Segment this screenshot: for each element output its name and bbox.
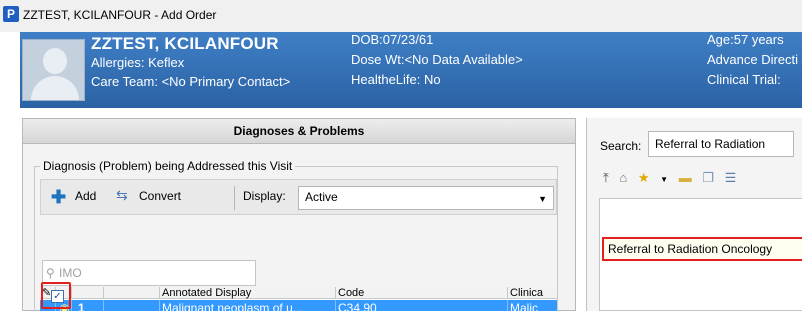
grid-header: ✎ Annotated Display Code Clinica [40,287,557,299]
allergies-text[interactable]: Allergies: Keflex [91,55,184,70]
list-icon[interactable]: ☰ [725,170,737,185]
row-checkbox[interactable]: ✓ [51,290,64,303]
row-annotated-display[interactable]: Malignant neoplasm of u... [160,300,336,311]
order-search-panel: Search: Referral to Radiation ⤒ ⌂ ★ ▼ ▬ … [586,118,802,311]
diagnosis-toolbar: ✚ Add ⇆ Convert Display: Active ▼ [40,179,557,215]
display-label: Display: [243,189,286,203]
star-icon[interactable]: ★ [638,170,650,185]
search-label: Search: [600,139,642,153]
folder-icon[interactable]: ▬ [679,170,692,185]
column-header-clinical[interactable]: Clinica [508,287,557,299]
row-clinical-link[interactable]: Malic [508,300,557,311]
row-code: C34.90 [336,300,508,311]
checkbox-highlight: ✓ [41,282,71,309]
search-icon: ⚲ [46,266,55,280]
window-title: ZZTEST, KCILANFOUR - Add Order [23,8,217,22]
avatar-body [31,76,79,100]
window-titlebar: P ZZTEST, KCILANFOUR - Add Order [0,0,802,32]
diagnoses-panel-header: Diagnoses & Problems [23,119,575,144]
powerchart-app-icon: P [3,6,19,22]
folder-toolbar: ⤒ ⌂ ★ ▼ ▬ ❐ ☰ [603,170,743,186]
chevron-down-icon[interactable]: ▼ [660,175,668,184]
advance-directive-text[interactable]: Advance Directi [707,52,798,67]
diagnosis-group-label: Diagnosis (Problem) being Addressed this… [40,159,296,173]
up-folder-icon[interactable]: ⤒ [603,170,609,185]
dob-text: DOB:07/23/61 [351,32,434,47]
table-row[interactable]: ◉ 1 Malignant neoplasm of u... C34.90 Ma… [40,300,557,311]
avatar-head [43,48,67,74]
order-search-input[interactable]: Referral to Radiation [648,131,794,157]
display-select-value: Active [305,190,338,204]
display-select[interactable]: Active ▼ [298,186,554,210]
row-number: 1 [72,300,104,311]
dose-weight-text: Dose Wt:<No Data Available> [351,52,523,67]
add-icon[interactable]: ✚ [51,188,66,206]
toolbar-separator [234,186,235,210]
patient-avatar [22,39,85,101]
clinical-trial-text: Clinical Trial: [707,72,781,87]
patient-name[interactable]: ZZTEST, KCILANFOUR [91,34,279,54]
copy-icon[interactable]: ❐ [702,170,714,185]
column-header-blank-2 [72,287,104,299]
add-button[interactable]: Add [75,189,96,203]
row-blank-cell [104,300,160,311]
patient-banner: ZZTEST, KCILANFOUR Allergies: Keflex Car… [20,32,802,108]
home-icon[interactable]: ⌂ [619,170,627,185]
healthelife-text: HealtheLife: No [351,72,441,87]
column-header-code[interactable]: Code [336,287,508,299]
imo-search-input[interactable]: ⚲ IMO [42,260,256,286]
column-header-annotated-display[interactable]: Annotated Display [160,287,336,299]
age-text: Age:57 years [707,32,784,47]
convert-button[interactable]: Convert [139,189,181,203]
imo-placeholder: IMO [59,266,82,280]
convert-icon[interactable]: ⇆ [116,187,128,204]
diagnosis-grid: ✎ Annotated Display Code Clinica ◉ 1 Mal… [40,287,557,311]
dropdown-arrow-icon[interactable]: ▼ [538,194,547,204]
care-team-text[interactable]: Care Team: <No Primary Contact> [91,74,290,89]
column-header-blank-3 [104,287,160,299]
search-result-item[interactable]: Referral to Radiation Oncology [602,237,802,261]
